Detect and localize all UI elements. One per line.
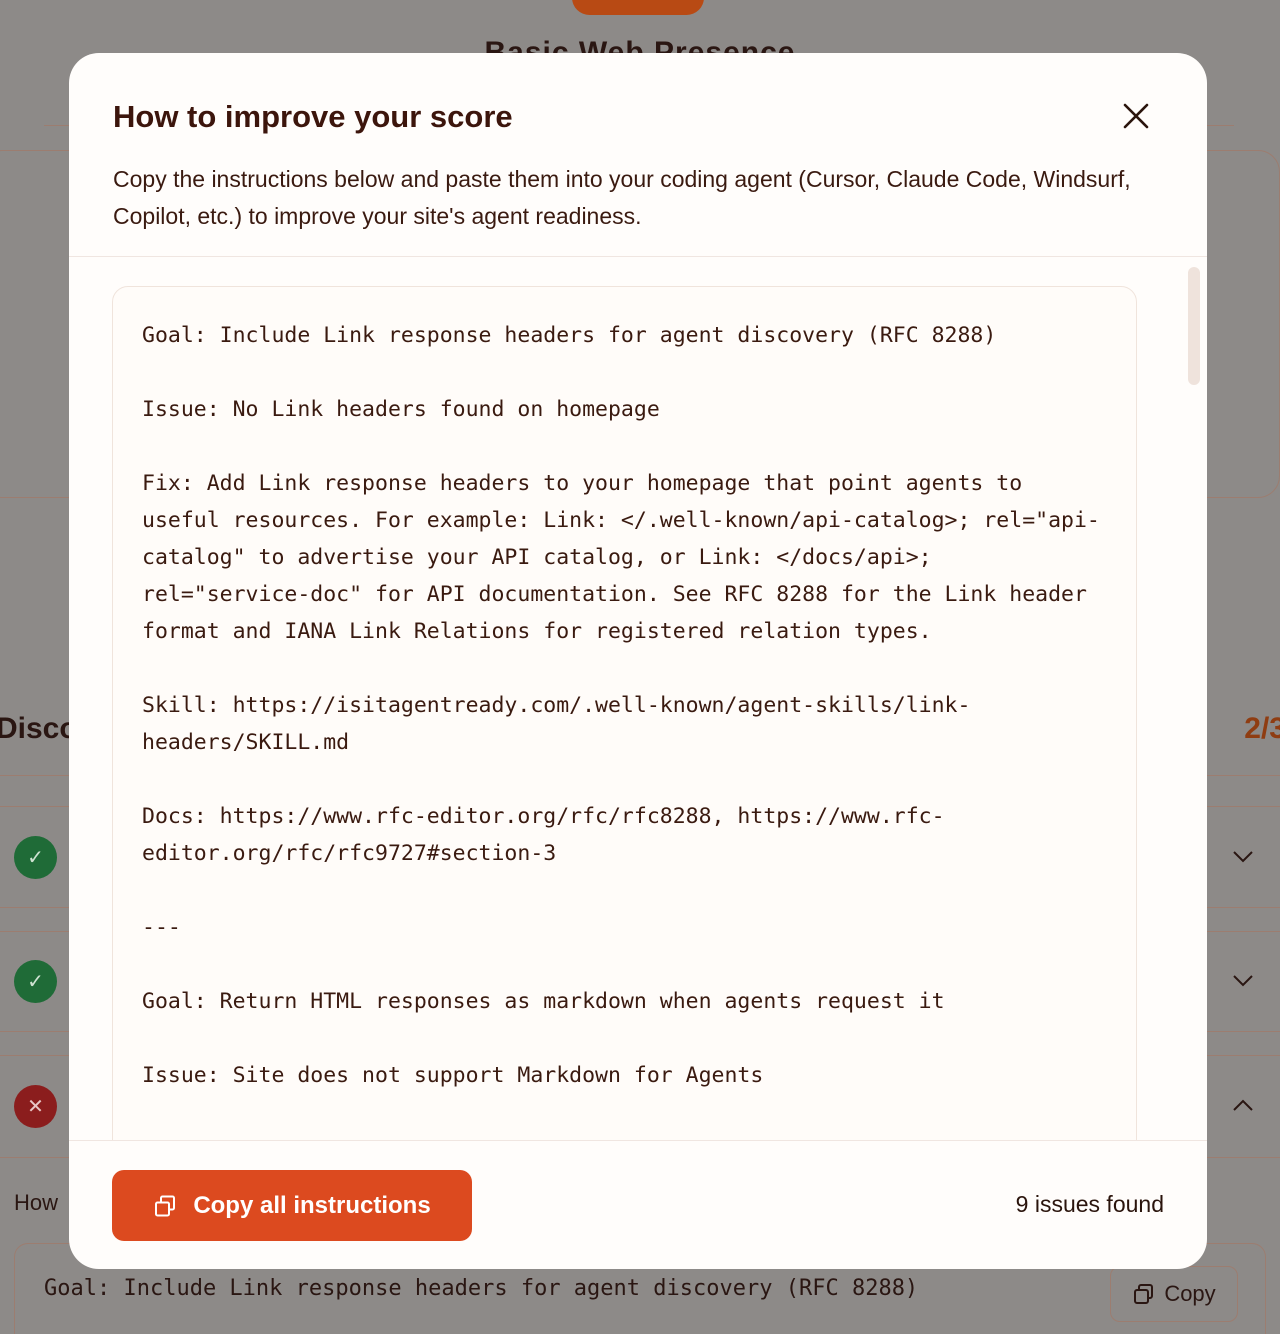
background-section-title: Disco [0,712,78,745]
background-copy-label: Copy [1164,1281,1216,1306]
close-icon [1123,103,1149,129]
background-score-pill [572,0,704,15]
copy-all-label: Copy all instructions [193,1191,431,1219]
copy-icon [1134,1284,1154,1304]
instructions-scroll-area[interactable]: Goal: Include Link response headers for … [69,257,1207,1140]
modal-title: How to improve your score [113,99,513,134]
instructions-code-block[interactable]: Goal: Include Link response headers for … [112,286,1137,1140]
scrollbar[interactable] [1186,265,1200,1140]
background-copy-button[interactable]: Copy [1110,1266,1238,1322]
chevron-up-icon[interactable] [1232,1094,1254,1116]
scrollbar-thumb[interactable] [1188,267,1200,385]
close-button[interactable] [1119,99,1153,133]
chevron-down-icon[interactable] [1232,970,1254,992]
check-icon: ✓ [14,960,57,1003]
copy-icon [155,1195,176,1216]
improve-score-modal: How to improve your score Copy the instr… [69,53,1207,1269]
copy-all-instructions-button[interactable]: Copy all instructions [112,1170,472,1241]
x-icon: ✕ [14,1085,57,1128]
check-icon: ✓ [14,836,57,879]
modal-header: How to improve your score Copy the instr… [69,53,1207,257]
instructions-text[interactable]: Goal: Include Link response headers for … [142,317,1112,1094]
background-code-line: Goal: Include Link response headers for … [44,1276,919,1301]
background-how-label: How [14,1190,59,1215]
footer-divider [69,1140,1207,1141]
issues-found-count: 9 issues found [1015,1191,1164,1217]
chevron-down-icon[interactable] [1232,846,1254,868]
background-section-count: 2/3 [1244,712,1280,745]
modal-description: Copy the instructions below and paste th… [113,166,1131,229]
